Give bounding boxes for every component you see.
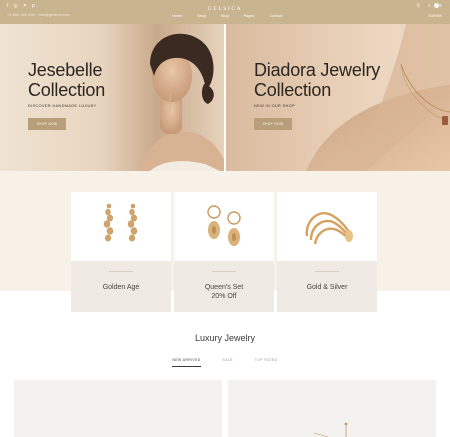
menu-icon[interactable]: ≡ [439, 4, 442, 9]
social-links: f ◎ ✕ p [7, 4, 35, 9]
site-logo[interactable]: GELSICA [190, 6, 260, 12]
tab-top-rated[interactable]: TOP RATED [255, 358, 278, 367]
category-name[interactable]: Queen's Set 20% Off [174, 283, 274, 301]
divider [315, 271, 339, 272]
category-image [71, 192, 171, 261]
ring-icon [305, 212, 353, 245]
category-name[interactable]: Golden Age [71, 283, 171, 292]
hero-title-line1: Diadora Jewelry [254, 60, 381, 80]
model-portrait-image [140, 33, 224, 171]
earrings-icon [103, 203, 138, 242]
category-card-gold-silver[interactable]: Gold & Silver [277, 192, 377, 312]
pinterest-icon[interactable]: p [32, 4, 35, 9]
divider [212, 271, 236, 272]
shop-now-button[interactable]: SHOP NOW [28, 118, 66, 130]
divider [109, 271, 133, 272]
category-info: Golden Age [71, 261, 171, 312]
twitter-icon[interactable]: ✕ [23, 4, 27, 9]
contact-info: +1 800 000 000 · info@gelsica.com [7, 13, 71, 17]
main-nav: Home Shop Blog Pages Contact [172, 14, 283, 18]
category-info: Queen's Set 20% Off [174, 261, 274, 312]
hero-subtitle: DISCOVER HANDMADE LUXURY [28, 104, 97, 108]
product-tabs: NEW ARRIVED SALE TOP RATED [0, 358, 450, 367]
hero-banner-jesebelle[interactable]: Jesebelle Collection DISCOVER HANDMADE L… [0, 24, 224, 171]
category-name-line1: Queen's Set [204, 284, 244, 291]
category-name[interactable]: Gold & Silver [277, 283, 377, 292]
nav-item-pages[interactable]: Pages [244, 14, 255, 18]
instagram-icon[interactable]: ◎ [13, 4, 17, 9]
hero-title-line1: Jesebelle [28, 60, 103, 80]
cart-icon[interactable]: ◐ [428, 4, 431, 9]
category-card-queens-set[interactable]: Queen's Set 20% Off [174, 192, 274, 312]
product-card[interactable] [228, 380, 436, 437]
hero-banner-diadora[interactable]: Diadora Jewelry Collection NEW IN OUR SH… [226, 24, 450, 171]
facebook-icon[interactable]: f [7, 4, 8, 9]
product-card[interactable] [14, 380, 222, 437]
hero-title: Diadora Jewelry Collection [254, 60, 380, 100]
section-title: Luxury Jewelry [194, 333, 256, 343]
nav-item-blog[interactable]: Blog [221, 14, 229, 18]
hero-subtitle: NEW IN OUR SHOP [254, 104, 296, 108]
cart-count-badge: 0 [434, 3, 439, 8]
hero-title-line2: Collection [254, 80, 332, 100]
category-name-line2: 20% Off [211, 293, 237, 300]
nav-item-contact[interactable]: Contact [269, 14, 282, 18]
shop-now-button[interactable]: SHOP NOW [254, 118, 292, 130]
tab-new-arrived[interactable]: NEW ARRIVED [172, 358, 201, 367]
hoop-earrings-icon [207, 205, 241, 246]
nav-item-shop[interactable]: Shop [197, 14, 206, 18]
tab-sale[interactable]: SALE [223, 358, 233, 367]
category-image [174, 192, 274, 261]
hero-title-line2: Collection [28, 80, 106, 100]
category-info: Gold & Silver [277, 261, 377, 312]
region-selector[interactable]: EUR/EN [428, 14, 442, 18]
search-icon[interactable]: ⚲ [416, 4, 420, 9]
pendant-icon [313, 422, 348, 437]
nav-item-home[interactable]: Home [172, 14, 182, 18]
hero-title: Jesebelle Collection [28, 60, 105, 100]
category-image [277, 192, 377, 261]
category-card-golden-age[interactable]: Golden Age [71, 192, 171, 312]
top-bar: f ◎ ✕ p +1 800 000 000 · info@gelsica.co… [0, 0, 450, 24]
